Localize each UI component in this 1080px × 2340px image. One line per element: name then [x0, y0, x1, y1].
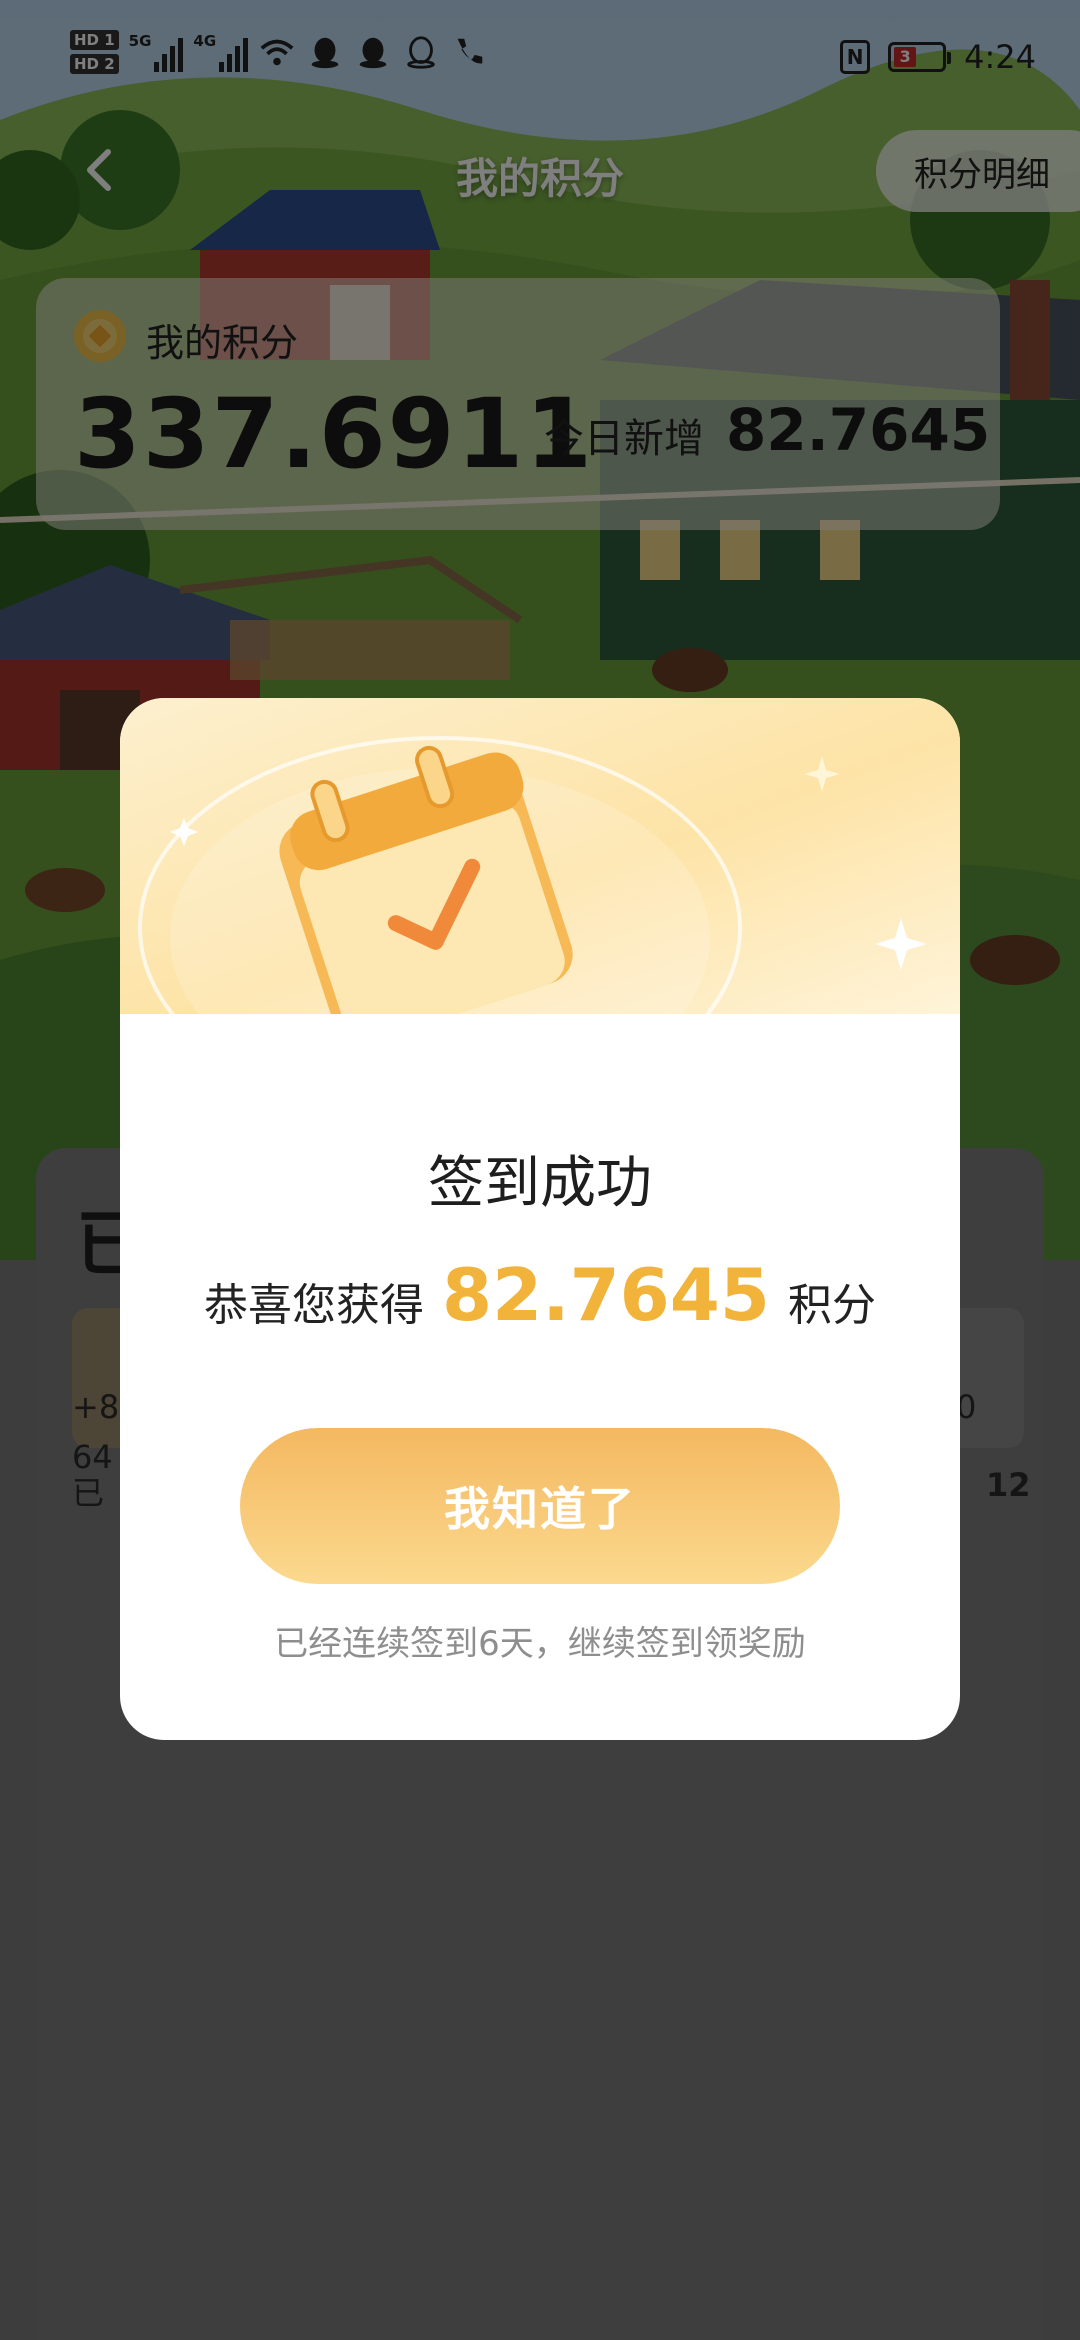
reward-line: 恭喜您获得 82.7645 积分 [120, 1253, 960, 1337]
dialog-title: 签到成功 [428, 1151, 652, 1216]
screen: HD 1 HD 2 5G 4G [0, 0, 1080, 2340]
reward-value: 82.7645 [442, 1253, 770, 1337]
calendar-check-illustration [138, 736, 927, 1014]
got-it-button[interactable]: 我知道了 [240, 1428, 840, 1584]
reward-suffix: 积分 [787, 1280, 876, 1331]
reward-prefix: 恭喜您获得 [204, 1280, 425, 1331]
dialog-banner [120, 698, 960, 1014]
streak-text: 已经连续签到6天，继续签到领奖励 [274, 1624, 806, 1664]
checkin-success-dialog: 签到成功 恭喜您获得 82.7645 积分 我知道了 已经连续签到6天，继续签到… [120, 698, 960, 1740]
